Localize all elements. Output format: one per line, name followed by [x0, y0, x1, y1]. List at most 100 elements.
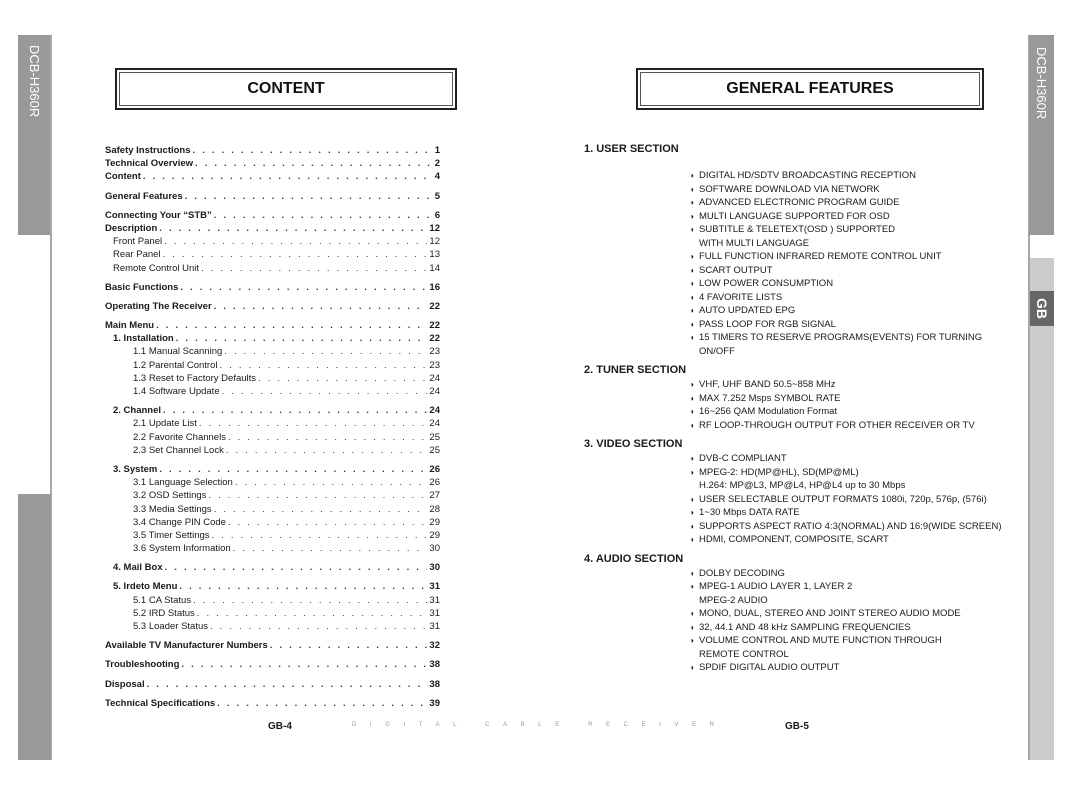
toc-entry[interactable]: Description 12: [105, 223, 440, 236]
bullet-icon: ◗: [690, 663, 695, 672]
toc-entry[interactable]: Available TV Manufacturer Numbers 32: [105, 640, 440, 653]
feature-text: DIGITAL HD/SDTV BROADCASTING RECEPTION: [699, 170, 916, 181]
toc-leader-dots: [163, 249, 428, 260]
toc-entry[interactable]: Troubleshooting 38: [105, 659, 440, 672]
toc-entry[interactable]: 1. Installation 22: [105, 333, 440, 346]
toc-entry-page: 24: [429, 418, 440, 430]
feature-text: ADVANCED ELECTRONIC PROGRAM GUIDE: [699, 197, 900, 208]
features-title: GENERAL FEATURES: [726, 80, 894, 97]
section-feature-list: ◗ VHF, UHF BAND 50.5~858 MHz ◗ MAX 7.252 Ms…: [690, 378, 1024, 432]
bullet-icon: ◗: [690, 225, 695, 234]
toc-leader-dots: [197, 608, 428, 619]
table-of-contents: Safety Instructions1Technical Overview2C…: [105, 145, 440, 711]
bullet-icon: ◗: [690, 265, 695, 275]
toc-entry[interactable]: 5. Irdeto Menu 31: [105, 581, 440, 594]
toc-entry[interactable]: 5.3 Loader Status 31: [105, 621, 440, 634]
toc-entry-label: 3.3 Media Settings: [133, 503, 212, 515]
toc-entry[interactable]: Main Menu 22: [105, 320, 440, 333]
toc-entry[interactable]: Technical Specifications 39: [105, 698, 440, 711]
toc-entry[interactable]: 3.5 Timer Settings 29: [105, 530, 440, 543]
feature-item: ◗ 1~30 Mbps DATA RATE: [690, 506, 1024, 520]
toc-entry[interactable]: Operating The Receiver 22: [105, 301, 440, 314]
toc-entry-page: 22: [429, 333, 440, 345]
bullet-icon: ◗: [690, 521, 695, 531]
toc-entry[interactable]: Content 4: [105, 171, 440, 184]
toc-entry[interactable]: Safety Instructions 1: [105, 145, 440, 158]
bullet-icon: ◗: [690, 380, 695, 389]
toc-entry-label: 2.3 Set Channel Lock: [133, 444, 224, 456]
toc-leader-dots: [217, 698, 427, 709]
feature-text: HDMI, COMPONENT, COMPOSITE, SCART: [699, 534, 889, 545]
toc-entry[interactable]: 2. Channel 24: [105, 405, 440, 418]
feature-text: MULTI LANGUAGE SUPPORTED FOR OSD: [699, 210, 890, 222]
toc-entry-label: 5.1 CA Status: [133, 594, 192, 606]
toc-entry-page: 2: [434, 158, 440, 170]
toc-entry[interactable]: Front Panel 12: [105, 236, 440, 249]
toc-entry-page: 23: [429, 346, 440, 358]
toc-entry[interactable]: 3.1 Language Selection 26: [105, 477, 440, 490]
toc-leader-dots: [201, 263, 427, 274]
toc-entry-page: 29: [429, 529, 440, 541]
toc-entry-label: 3. System: [113, 463, 158, 475]
toc-entry-label: Safety Instructions: [105, 145, 191, 156]
toc-leader-dots: [228, 517, 427, 528]
bullet-icon: ◗: [690, 211, 695, 221]
toc-entry-label: 5. Irdeto Menu: [113, 581, 178, 593]
feature-text: 16~256 QAM Modulation Format: [699, 406, 838, 417]
bullet-icon: ◗: [690, 467, 695, 477]
toc-entry[interactable]: General Features 5: [105, 191, 440, 204]
toc-entry[interactable]: Connecting Your “STB” 6: [105, 210, 440, 223]
toc-entry[interactable]: 1.2 Parental Control 23: [105, 360, 440, 373]
toc-entry[interactable]: 3.4 Change PIN Code 29: [105, 517, 440, 530]
toc-entry-label: 3.1 Language Selection: [133, 477, 233, 489]
toc-entry-page: 23: [429, 359, 440, 371]
toc-entry-page: 22: [429, 300, 440, 312]
toc-entry[interactable]: Disposal 38: [105, 679, 440, 692]
toc-entry[interactable]: 1.3 Reset to Factory Defaults 24: [105, 373, 440, 386]
toc-entry[interactable]: 5.1 CA Status 31: [105, 595, 440, 608]
toc-entry-page: 31: [429, 621, 440, 632]
feature-item: ◗ DIGITAL HD/SDTV BROADCASTING RECEPTION: [690, 169, 1024, 183]
toc-entry[interactable]: 2.2 Favorite Channels 25: [105, 432, 440, 445]
toc-entry[interactable]: 3.6 System Information 30: [105, 543, 440, 556]
side-tab-model-right: DCB-H360R: [1029, 35, 1054, 235]
language-tab[interactable]: GB: [1030, 291, 1054, 326]
toc-entry-label: Basic Functions: [105, 281, 179, 293]
toc-leader-dots: [208, 490, 427, 501]
toc-leader-dots: [147, 679, 428, 690]
toc-entry[interactable]: 2.3 Set Channel Lock 25: [105, 445, 440, 458]
feature-item: ◗ LOW POWER CONSUMPTION: [690, 277, 1024, 291]
toc-leader-dots: [222, 386, 428, 397]
bullet-icon: ◗: [690, 171, 695, 180]
feature-text-continued: MPEG-2 AUDIO: [699, 594, 768, 606]
feature-item: ◗ PASS LOOP FOR RGB SIGNAL: [690, 318, 1024, 332]
toc-entry[interactable]: 2.1 Update List 24: [105, 418, 440, 431]
toc-entry[interactable]: 1.4 Software Update 24: [105, 386, 440, 399]
toc-entry-label: 5.2 IRD Status: [133, 607, 195, 619]
toc-leader-dots: [193, 145, 433, 156]
toc-leader-dots: [180, 282, 427, 293]
toc-leader-dots: [270, 640, 428, 651]
toc-entry[interactable]: Basic Functions 16: [105, 282, 440, 295]
feature-item: ◗ 4 FAVORITE LISTS: [690, 291, 1024, 305]
toc-entry-page: 12: [429, 236, 440, 248]
toc-entry[interactable]: 5.2 IRD Status 31: [105, 608, 440, 621]
toc-entry-label: 2. Channel: [113, 405, 162, 417]
section-heading: 3. VIDEO SECTION: [584, 438, 683, 450]
toc-leader-dots: [156, 320, 427, 331]
feature-item: ◗ SUPPORTS ASPECT RATIO 4:3(NORMAL) AND 1…: [690, 520, 1024, 534]
toc-entry[interactable]: 3.2 OSD Settings 27: [105, 490, 440, 503]
feature-item: ◗ AUTO UPDATED EPG: [690, 304, 1024, 318]
toc-entry[interactable]: 3.3 Media Settings 28: [105, 504, 440, 517]
toc-entry[interactable]: Technical Overview 2: [105, 158, 440, 171]
toc-entry[interactable]: Remote Control Unit 14: [105, 263, 440, 276]
toc-leader-dots: [181, 659, 427, 670]
toc-entry-label: Operating The Receiver: [105, 300, 212, 312]
footer-product-name: DIGITAL CABLE RECEIVER: [352, 722, 728, 728]
toc-entry[interactable]: Rear Panel 13: [105, 249, 440, 262]
toc-entry[interactable]: 1.1 Manual Scanning 23: [105, 346, 440, 359]
toc-entry-label: 1. Installation: [113, 333, 174, 345]
toc-leader-dots: [199, 418, 428, 429]
toc-entry[interactable]: 4. Mail Box 30: [105, 562, 440, 575]
toc-entry[interactable]: 3. System 26: [105, 464, 440, 477]
